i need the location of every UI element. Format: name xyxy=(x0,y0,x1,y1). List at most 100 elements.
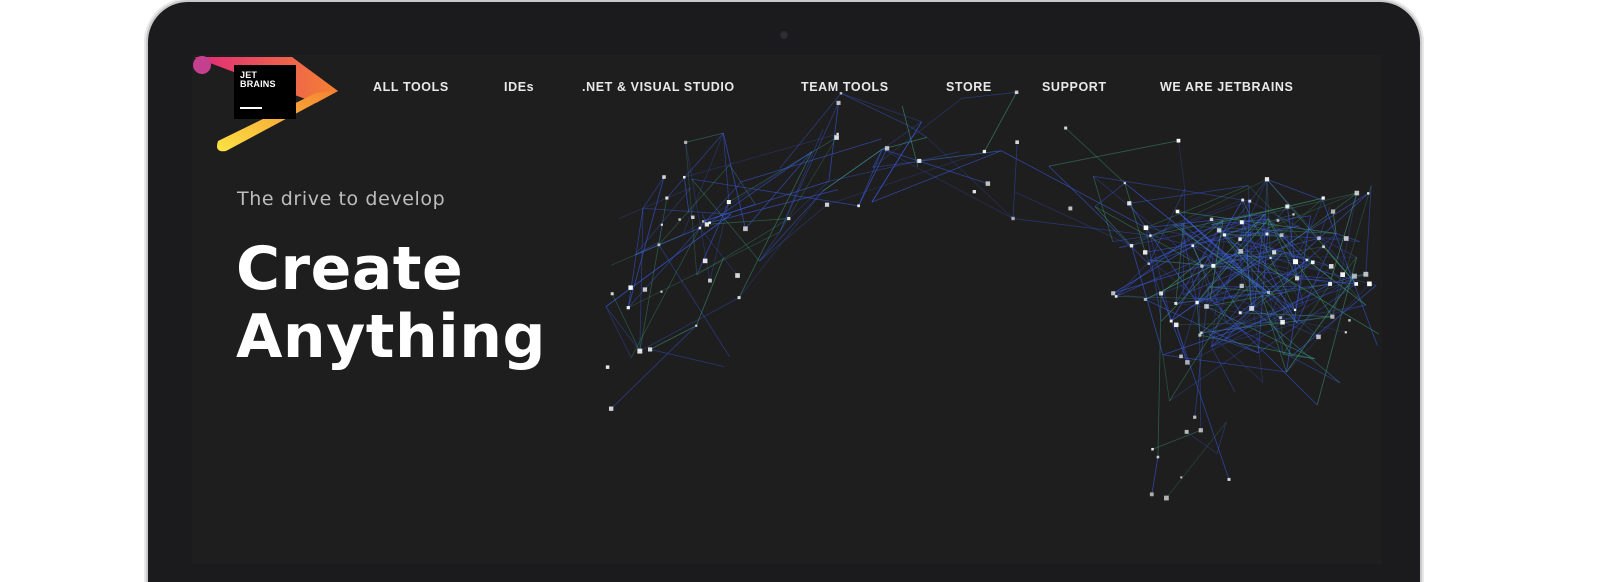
network-node xyxy=(1355,191,1360,196)
network-node xyxy=(606,365,610,369)
network-line xyxy=(1153,430,1201,449)
network-node xyxy=(1331,209,1335,213)
network-line xyxy=(606,307,631,358)
network-line xyxy=(1066,128,1125,183)
network-node xyxy=(1015,91,1018,94)
network-node xyxy=(1367,192,1369,194)
nav-we-are-jetbrains[interactable]: WE ARE JETBRAINS xyxy=(1160,80,1293,94)
network-node xyxy=(1285,204,1289,208)
jetbrains-logo[interactable]: JET BRAINS xyxy=(192,55,342,155)
network-line xyxy=(927,137,1013,218)
network-line xyxy=(1150,201,1249,235)
network-node xyxy=(1238,249,1243,254)
network-node xyxy=(1248,200,1251,203)
network-line xyxy=(760,205,827,261)
network-node xyxy=(986,181,990,185)
network-node xyxy=(1011,217,1014,220)
network-line xyxy=(739,191,823,298)
camera-icon xyxy=(779,30,789,40)
network-node xyxy=(1164,496,1169,501)
network-line xyxy=(659,225,661,242)
network-line xyxy=(1113,266,1202,293)
logo-underline xyxy=(240,107,262,109)
nav-all-tools[interactable]: ALL TOOLS xyxy=(373,80,449,94)
network-line xyxy=(710,190,838,223)
network-node xyxy=(1240,220,1244,224)
network-line xyxy=(984,92,1016,151)
nav-team-tools[interactable]: TEAM TOOLS xyxy=(801,80,889,94)
network-node xyxy=(1185,360,1189,364)
network-line xyxy=(686,133,724,142)
network-line xyxy=(1095,207,1131,246)
network-node xyxy=(678,218,680,220)
network-node xyxy=(1115,295,1118,298)
network-line xyxy=(1152,457,1158,494)
network-line xyxy=(686,142,697,275)
network-node xyxy=(1306,259,1309,262)
network-node xyxy=(1200,331,1203,334)
network-node xyxy=(1149,234,1151,236)
network-node xyxy=(1198,334,1201,337)
hero-tagline: The drive to develop xyxy=(237,188,445,210)
network-node xyxy=(1279,316,1282,319)
network-node xyxy=(1292,213,1294,215)
network-line xyxy=(1129,186,1248,204)
network-node xyxy=(703,259,708,264)
network-node xyxy=(1210,218,1213,221)
network-line xyxy=(1113,236,1151,242)
network-node xyxy=(1176,210,1180,214)
network-line xyxy=(873,149,883,167)
nav-dotnet-visual-studio[interactable]: .NET & VISUAL STUDIO xyxy=(582,80,735,94)
network-node xyxy=(628,285,632,289)
network-node xyxy=(1064,127,1067,130)
network-node xyxy=(1157,456,1160,459)
network-node xyxy=(1352,274,1357,279)
network-node xyxy=(1227,478,1230,481)
network-node xyxy=(683,176,686,179)
network-line xyxy=(640,298,739,352)
network-line xyxy=(606,307,640,352)
network-line xyxy=(611,326,696,409)
network-node xyxy=(1151,448,1153,450)
network-line xyxy=(1332,193,1356,317)
network-node xyxy=(609,407,613,411)
nav-support[interactable]: SUPPORT xyxy=(1042,80,1107,94)
network-line xyxy=(1001,151,1146,228)
network-node xyxy=(973,190,976,193)
network-node xyxy=(660,291,662,293)
network-node xyxy=(1277,219,1280,222)
network-line xyxy=(1013,142,1017,218)
network-line xyxy=(1366,186,1371,275)
network-node xyxy=(691,216,694,219)
network-node xyxy=(1238,237,1242,241)
network-node xyxy=(917,159,921,163)
network-node xyxy=(1317,236,1321,240)
network-node xyxy=(1239,311,1242,314)
network-node xyxy=(836,133,838,135)
network-line xyxy=(1199,264,1201,430)
network-node xyxy=(661,224,663,226)
network-node xyxy=(1195,301,1198,304)
network-node xyxy=(1204,304,1209,309)
network-node xyxy=(1329,264,1334,269)
network-line xyxy=(667,133,724,198)
network-node xyxy=(708,279,712,283)
network-line xyxy=(1217,422,1226,453)
network-node xyxy=(885,146,889,150)
network-node xyxy=(727,200,731,204)
network-line xyxy=(696,258,723,326)
logo-wordmark: JET BRAINS xyxy=(234,65,296,119)
network-node xyxy=(1174,323,1178,327)
nav-store[interactable]: STORE xyxy=(946,80,992,94)
network-line xyxy=(730,165,756,204)
network-node xyxy=(1174,302,1177,305)
network-line xyxy=(741,139,881,182)
network-node xyxy=(1295,276,1299,280)
network-node xyxy=(1124,182,1126,184)
headline-line-2: Anything xyxy=(236,303,546,371)
network-lines xyxy=(606,92,1379,498)
nav-ides[interactable]: IDEs xyxy=(504,80,534,94)
network-node xyxy=(1111,291,1115,295)
network-line xyxy=(1263,300,1286,372)
network-node xyxy=(695,325,697,327)
